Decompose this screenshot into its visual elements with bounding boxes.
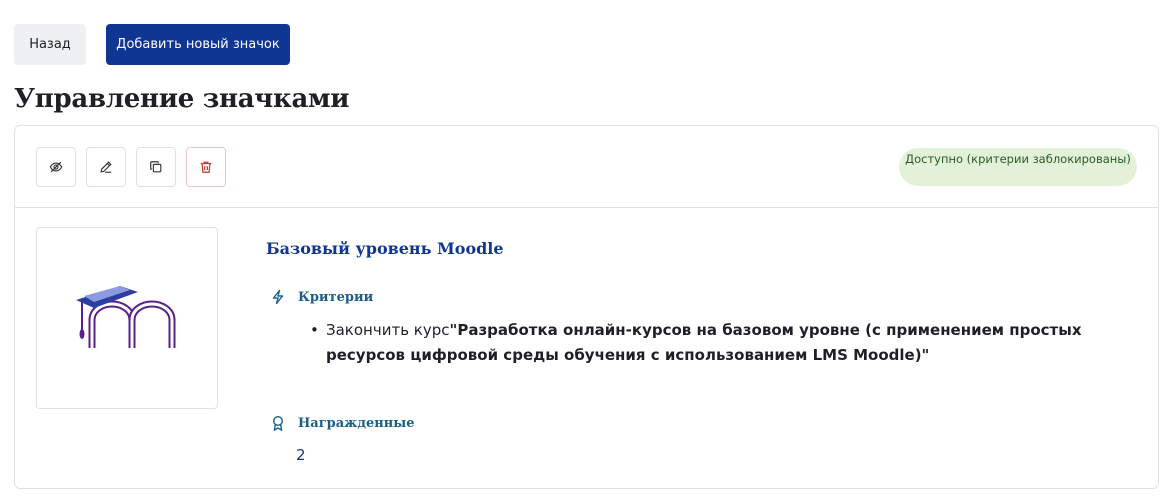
add-badge-button[interactable]: Добавить новый значок <box>106 24 290 65</box>
hide-badge-button[interactable] <box>36 147 76 187</box>
criteria-heading: Критерии <box>270 289 373 305</box>
edit-badge-button[interactable] <box>86 147 126 187</box>
pencil-icon <box>100 161 112 173</box>
eye-slash-icon <box>49 161 63 173</box>
toolbar: Назад Добавить новый значок <box>14 24 290 65</box>
badge-name[interactable]: Базовый уровень Moodle <box>266 239 504 258</box>
back-button[interactable]: Назад <box>14 24 86 65</box>
moodle-logo-icon <box>76 286 176 348</box>
bolt-icon <box>272 289 284 305</box>
copy-icon <box>150 161 162 173</box>
criteria-list: Закончить курс"Разработка онлайн-курсов … <box>308 318 1128 368</box>
page-title: Управление значками <box>14 84 350 114</box>
recipients-count[interactable]: 2 <box>296 446 306 464</box>
status-badge: Доступно (критерии заблокированы) <box>899 148 1137 186</box>
delete-badge-button[interactable] <box>186 147 226 187</box>
recipients-heading-label: Награжденные <box>298 415 415 431</box>
copy-badge-button[interactable] <box>136 147 176 187</box>
trash-icon <box>200 161 212 173</box>
badge-image <box>36 227 218 409</box>
criteria-prefix: Закончить курс <box>326 321 450 339</box>
badge-card: Доступно (критерии заблокированы) Базовы… <box>14 125 1159 489</box>
recipients-heading: Награжденные <box>270 415 415 431</box>
list-item: Закончить курс"Разработка онлайн-курсов … <box>308 318 1128 368</box>
badge-actions <box>36 147 226 187</box>
card-header: Доступно (критерии заблокированы) <box>15 126 1158 208</box>
award-icon <box>272 415 284 431</box>
criteria-heading-label: Критерии <box>298 289 374 305</box>
